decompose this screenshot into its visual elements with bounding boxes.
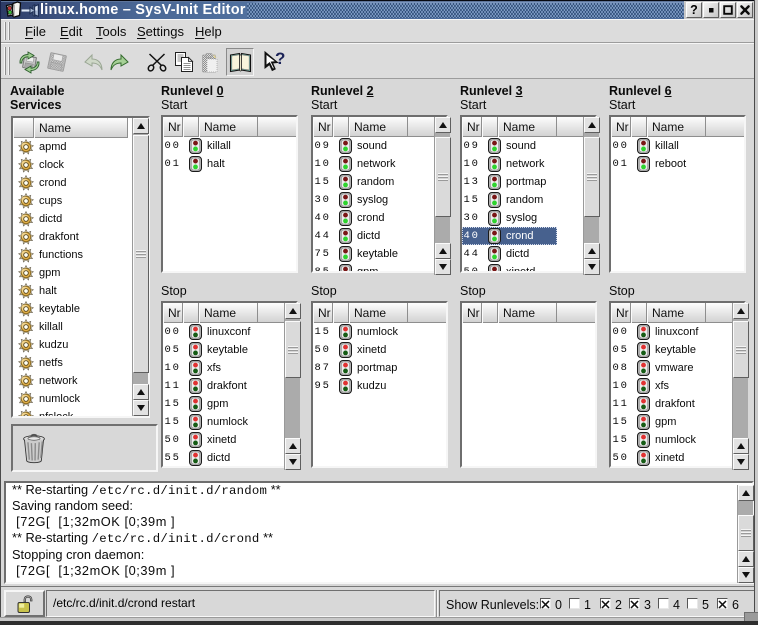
svg-text:?: ? bbox=[275, 50, 285, 68]
